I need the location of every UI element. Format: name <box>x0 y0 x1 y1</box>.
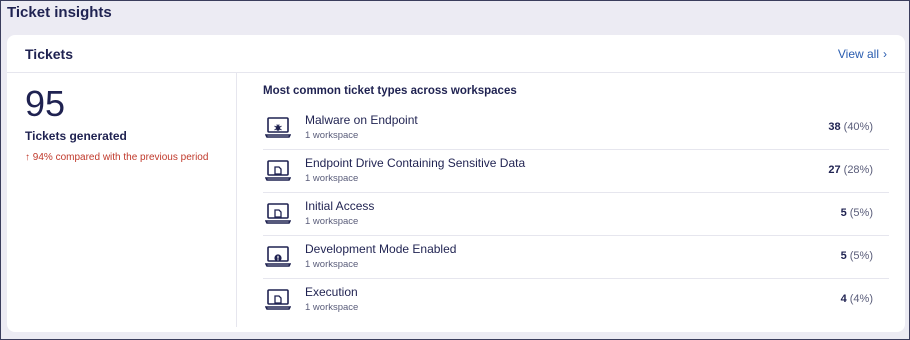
ticket-type-name: Malware on Endpoint <box>305 113 418 127</box>
ticket-type-count: 4 (4%) <box>840 293 873 305</box>
laptop-alert-icon <box>265 246 291 267</box>
view-all-link[interactable]: View all › <box>838 47 887 61</box>
ticket-type-count: 5 (5%) <box>840 250 873 262</box>
ticket-type-name: Endpoint Drive Containing Sensitive Data <box>305 156 526 170</box>
page-title: Ticket insights <box>7 4 112 21</box>
tickets-count: 95 <box>25 83 66 124</box>
ticket-type-count: 5 (5%) <box>840 207 873 219</box>
ticket-type-workspaces: 1 workspace <box>305 130 359 141</box>
ticket-type-name: Execution <box>305 285 358 299</box>
laptop-bug-icon <box>265 117 291 138</box>
summary-pane: 95 Tickets generated ↑ 94% compared with… <box>7 73 237 327</box>
ticket-types-title: Most common ticket types across workspac… <box>263 85 517 97</box>
list-item[interactable]: Development Mode Enabled 1 workspace 5 (5… <box>263 236 889 279</box>
ticket-types-list: Malware on Endpoint 1 workspace 38 (40%) … <box>263 107 889 321</box>
list-item[interactable]: Malware on Endpoint 1 workspace 38 (40%) <box>263 107 889 150</box>
chevron-right-icon: › <box>883 46 887 61</box>
ticket-type-workspaces: 1 workspace <box>305 259 359 270</box>
list-item[interactable]: Endpoint Drive Containing Sensitive Data… <box>263 150 889 193</box>
list-item[interactable]: Execution 1 workspace 4 (4%) <box>263 279 889 321</box>
tickets-generated-label: Tickets generated <box>25 129 127 143</box>
ticket-type-count: 27 (28%) <box>828 164 873 176</box>
change-indicator: ↑ 94% compared with the previous period <box>25 152 209 163</box>
ticket-type-workspaces: 1 workspace <box>305 216 359 227</box>
tickets-card: Tickets View all › 95 Tickets generated … <box>7 35 905 332</box>
ticket-type-workspaces: 1 workspace <box>305 173 359 184</box>
ticket-type-name: Development Mode Enabled <box>305 242 457 256</box>
card-header: Tickets View all › <box>7 35 905 73</box>
laptop-file-icon <box>265 160 291 181</box>
card-title: Tickets <box>25 45 73 62</box>
laptop-file-icon <box>265 203 291 224</box>
ticket-type-workspaces: 1 workspace <box>305 302 359 313</box>
view-all-label: View all <box>837 46 879 61</box>
ticket-type-count: 38 (40%) <box>828 121 873 133</box>
list-item[interactable]: Initial Access 1 workspace 5 (5%) <box>263 193 889 236</box>
ticket-type-name: Initial Access <box>305 199 375 213</box>
laptop-file-icon <box>265 289 291 310</box>
